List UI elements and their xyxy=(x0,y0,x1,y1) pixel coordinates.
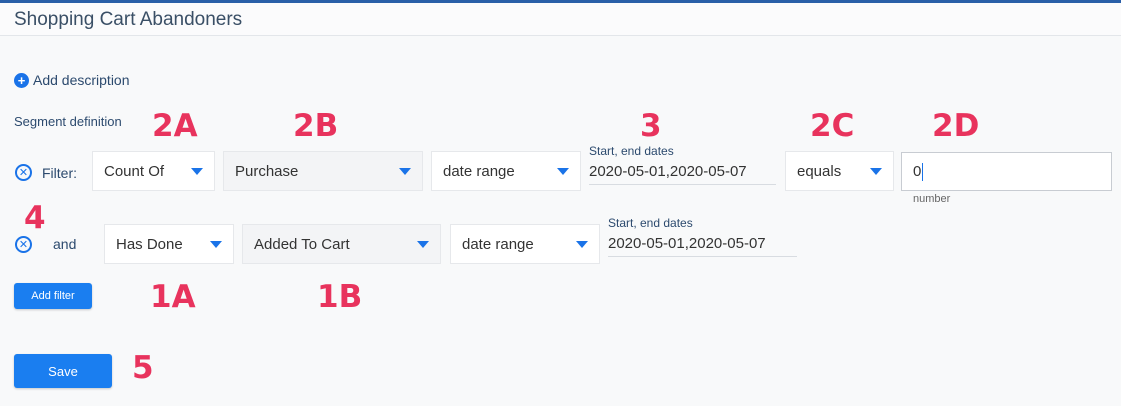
aggregation-value: Count Of xyxy=(104,162,165,180)
and-range-type-value: date range xyxy=(462,235,534,253)
text-cursor xyxy=(922,162,924,181)
caret-down-icon xyxy=(870,167,882,175)
caret-down-icon xyxy=(557,167,569,175)
filter-range-type-value: date range xyxy=(443,162,515,180)
and-event-value: Added To Cart xyxy=(254,235,350,253)
aggregation-dropdown[interactable]: Count Of xyxy=(92,151,215,191)
add-description-label: Add description xyxy=(33,72,130,88)
annotation-4: 4 xyxy=(24,200,46,236)
segment-definition-heading: Segment definition xyxy=(14,114,122,129)
and-date-input[interactable]: 2020-05-01,2020-05-07 xyxy=(608,235,797,257)
and-event-dropdown[interactable]: Added To Cart xyxy=(242,224,441,264)
number-value: 0 xyxy=(913,163,922,180)
and-date-label: Start, end dates xyxy=(608,216,693,230)
caret-down-icon xyxy=(417,240,429,248)
filter-event-value: Purchase xyxy=(235,162,299,180)
remove-and-filter-icon[interactable]: ✕ xyxy=(15,236,32,253)
annotation-2a: 2A xyxy=(152,108,198,144)
condition-value: Has Done xyxy=(116,235,183,253)
plus-circle-icon: + xyxy=(14,72,29,88)
filter-event-dropdown[interactable]: Purchase xyxy=(223,151,423,191)
filter-date-input[interactable]: 2020-05-01,2020-05-07 xyxy=(589,163,776,185)
annotation-5: 5 xyxy=(132,350,154,386)
number-input[interactable]: 0 xyxy=(901,152,1112,191)
annotation-3: 3 xyxy=(640,108,662,144)
annotation-2d: 2D xyxy=(932,108,980,144)
remove-filter-icon[interactable]: ✕ xyxy=(15,164,32,181)
title-bar: Shopping Cart Abandoners xyxy=(0,3,1121,36)
annotation-1b: 1B xyxy=(317,279,363,315)
operator-dropdown[interactable]: equals xyxy=(785,151,894,191)
filter-date-label: Start, end dates xyxy=(589,144,674,158)
annotation-2c: 2C xyxy=(810,108,855,144)
add-filter-button[interactable]: Add filter xyxy=(14,283,92,309)
operator-value: equals xyxy=(797,162,842,180)
annotation-2b: 2B xyxy=(293,108,339,144)
page-title: Shopping Cart Abandoners xyxy=(14,9,243,30)
add-description-link[interactable]: + Add description xyxy=(14,72,130,88)
annotation-1a: 1A xyxy=(150,279,196,315)
save-button[interactable]: Save xyxy=(14,354,112,388)
filter-label: Filter: xyxy=(42,165,77,181)
filter-range-type-dropdown[interactable]: date range xyxy=(431,151,581,191)
number-hint: number xyxy=(913,193,951,205)
caret-down-icon xyxy=(191,167,203,175)
and-label: and xyxy=(53,236,77,252)
caret-down-icon xyxy=(210,240,222,248)
caret-down-icon xyxy=(576,240,588,248)
condition-dropdown[interactable]: Has Done xyxy=(104,224,234,264)
and-range-type-dropdown[interactable]: date range xyxy=(450,224,600,264)
caret-down-icon xyxy=(399,167,411,175)
